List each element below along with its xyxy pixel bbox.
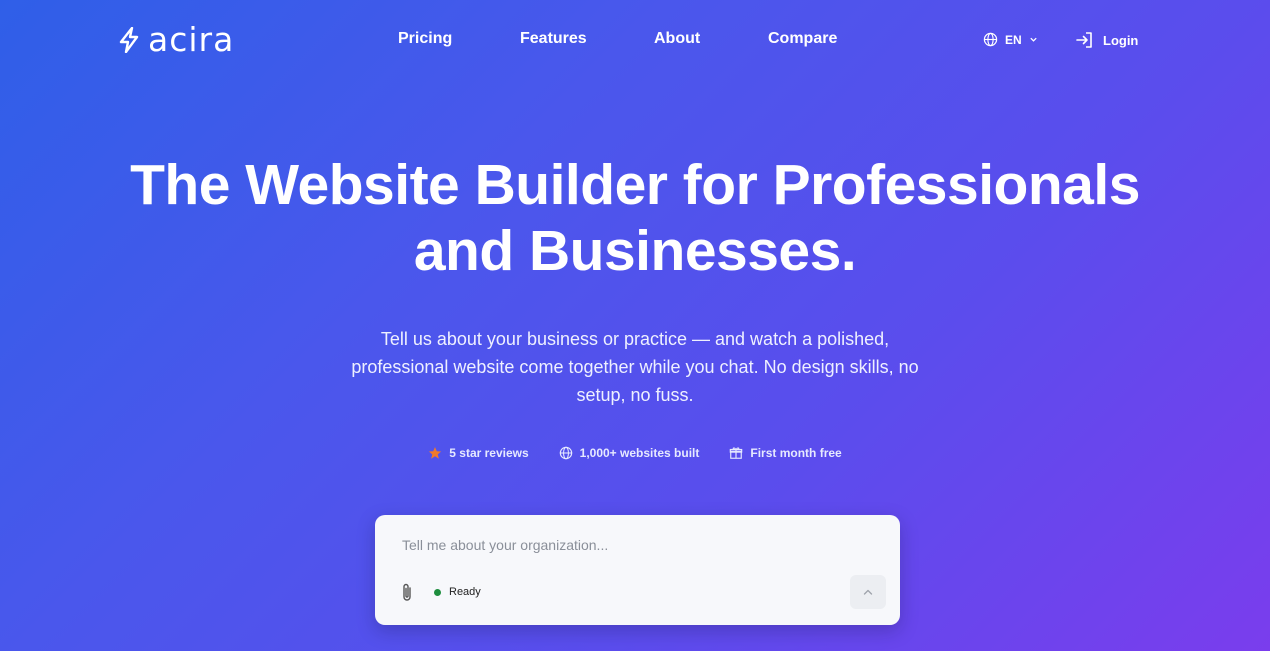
gift-icon — [730, 447, 743, 459]
globe-icon — [559, 446, 572, 460]
status-dot — [434, 588, 441, 596]
trust-badges: 5 star reviews 1,000+ websites built Fir… — [0, 446, 1270, 460]
chevron-down-icon — [1030, 37, 1037, 42]
globe-icon — [983, 32, 998, 47]
badge-reviews: 5 star reviews — [428, 446, 529, 460]
nav-link-compare[interactable]: Compare — [768, 30, 837, 48]
chevron-up-icon — [863, 589, 873, 595]
badge-websites-label: 1,000+ websites built — [579, 446, 700, 460]
send-button[interactable] — [850, 575, 886, 609]
badge-free-month-label: First month free — [750, 446, 842, 460]
star-icon — [429, 447, 442, 459]
paperclip-icon[interactable] — [399, 582, 415, 604]
top-nav: acira Pricing Features About Compare EN … — [0, 0, 1270, 80]
nav-link-pricing[interactable]: Pricing — [398, 30, 520, 48]
brand-logo[interactable]: acira — [118, 22, 234, 58]
hero-title-line2: and Businesses. — [413, 219, 857, 283]
chat-input[interactable] — [402, 537, 862, 553]
language-label: EN — [1005, 32, 1022, 47]
main-nav: Pricing Features About Compare — [398, 30, 837, 48]
hero-title-line1: The Website Builder for Professionals — [130, 153, 1140, 217]
hero-subtitle: Tell us about your business or practice … — [351, 329, 919, 405]
language-selector[interactable]: EN — [983, 32, 1038, 47]
nav-link-features[interactable]: Features — [520, 30, 654, 48]
chat-box: Ready — [375, 515, 900, 625]
badge-free-month: First month free — [729, 446, 842, 460]
hero-title: The Website Builder for Professionals an… — [0, 152, 1270, 284]
badge-reviews-label: 5 star reviews — [449, 446, 529, 460]
login-icon — [1076, 32, 1092, 48]
brand-name: acira — [148, 20, 235, 59]
login-label: Login — [1103, 32, 1139, 48]
status-indicator: Ready — [434, 586, 481, 598]
status-label: Ready — [449, 586, 481, 598]
nav-link-about[interactable]: About — [654, 30, 768, 48]
lightning-icon — [119, 27, 139, 53]
badge-websites: 1,000+ websites built — [559, 446, 700, 460]
login-button[interactable]: Login — [1075, 30, 1138, 50]
